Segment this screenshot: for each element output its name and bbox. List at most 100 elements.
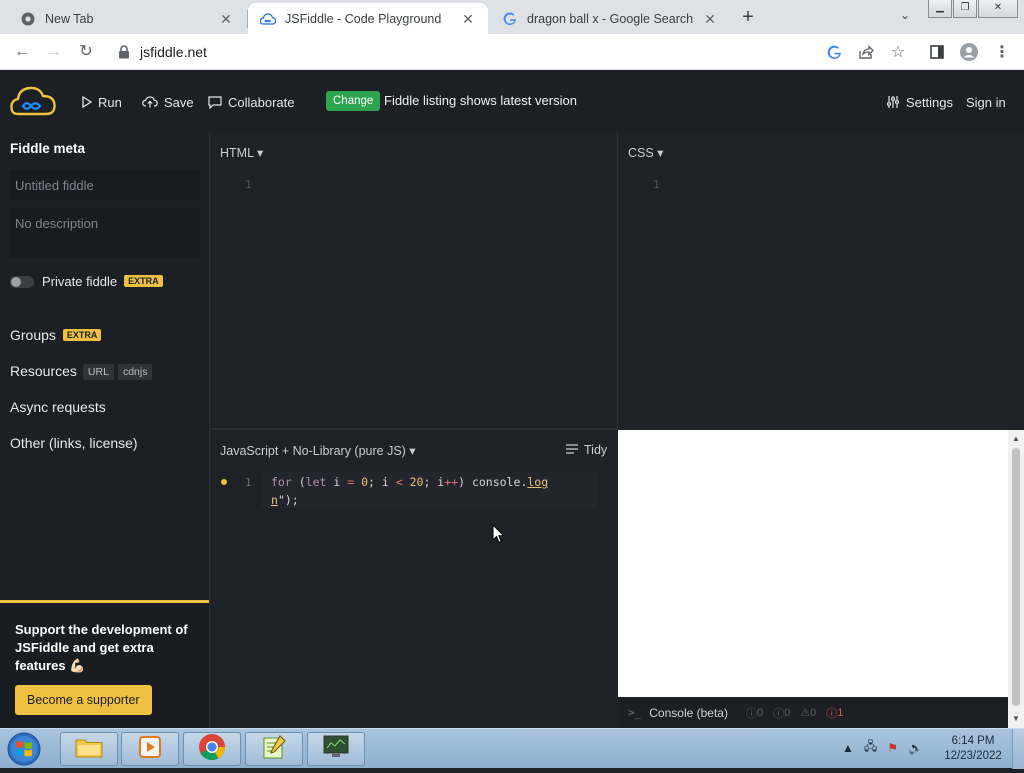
line-number: 1 [653,178,660,191]
cloud-upload-icon [142,96,158,108]
share-icon[interactable] [857,43,875,61]
close-icon[interactable]: ✕ [702,11,718,27]
warn-count: ⓘ 0 [773,705,790,721]
collaborate-label: Collaborate [228,94,295,110]
network-icon[interactable]: 🖧 [864,737,877,758]
notepad-icon [260,733,288,766]
reload-icon[interactable]: ↻ [76,42,96,62]
html-panel-label[interactable]: HTML ▾ [220,145,263,160]
code-token: ( [291,475,306,489]
toggle-knob [11,277,21,287]
start-button[interactable] [4,730,44,768]
log-count-value: 0 [756,706,764,719]
address-bar[interactable]: jsfiddle.net [108,38,918,66]
taskbar-clock[interactable]: 6:14 PM 12/23/2022 [940,734,1006,764]
jsfiddle-icon [260,11,276,27]
private-fiddle-label: Private fiddle EXTRA [42,274,163,289]
code-token: ; i [368,475,396,489]
tab-google-search[interactable]: dragon ball x - Google Search ✕ [490,3,730,34]
change-badge[interactable]: Change [326,91,381,111]
sidebar-item-resources[interactable]: Resources URL cdnjs [10,363,153,380]
tab-jsfiddle[interactable]: JSFiddle - Code Playground ✕ [248,3,488,34]
show-desktop-button[interactable] [1012,729,1024,769]
sidebar-item-groups[interactable]: Groups EXTRA [10,327,102,343]
code-token: n [271,493,278,507]
notepad-taskbar-button[interactable] [245,732,303,766]
url-tag[interactable]: URL [82,364,114,380]
warning-icon: ⚠ [800,707,811,719]
settings-button[interactable]: Settings [886,93,953,111]
resources-label: Resources [10,363,77,379]
tab-title: New Tab [45,11,94,26]
groups-label: Groups [10,327,56,343]
monitor-taskbar-button[interactable] [307,732,365,766]
code-token: ++ [444,475,459,489]
new-tab-icon[interactable]: + [737,6,759,28]
menu-kebab-icon[interactable]: ⋮ [993,43,1011,61]
tab-title: JSFiddle - Code Playground [285,11,442,26]
run-button[interactable]: Run [82,93,122,111]
line-number: 1 [245,476,252,489]
settings-label: Settings [906,94,953,110]
change-message: Fiddle listing shows latest version [384,93,577,108]
code-token: ) console. [458,475,528,489]
minimize-icon[interactable]: ▁ [928,0,952,18]
cdnjs-tag[interactable]: cdnjs [117,364,153,380]
js-code-editor[interactable]: for (let i = 0; i < 20; i++) console.log… [271,473,548,509]
code-token: ; i [423,475,445,489]
code-token: 0 [361,475,369,489]
private-fiddle-text: Private fiddle [42,274,118,289]
close-icon[interactable]: ✕ [460,11,476,27]
mouse-cursor-icon [492,523,505,549]
sign-in-link[interactable]: Sign in [966,93,1006,111]
code-token: let [305,475,327,489]
become-supporter-button[interactable]: Become a supporter [15,685,152,715]
js-panel-label[interactable]: JavaScript + No-Library (pure JS) ▾ [220,443,416,458]
chrome-taskbar-button[interactable] [183,732,241,766]
fiddle-description-input[interactable]: No description [10,208,200,258]
media-player-taskbar-button[interactable] [121,732,179,766]
google-lens-icon[interactable] [825,43,843,61]
volume-icon[interactable]: 🔈 [908,741,923,755]
console-bar[interactable]: >_ Console (beta) ⓘ 0 ⓘ 0 ⚠ 0 ⓘ 1 [618,697,1008,728]
tab-new-tab[interactable]: New Tab ✕ [8,3,246,34]
show-hidden-icons[interactable]: ▲ [842,741,854,755]
action-center-flag-icon[interactable]: ⚑ [887,741,898,755]
side-panel-icon[interactable] [928,43,946,61]
result-frame[interactable] [618,430,1008,697]
terminal-icon: >_ [628,706,642,719]
warning-count-value: 0 [810,706,817,719]
close-window-icon[interactable]: ✕ [978,0,1018,18]
extra-badge: EXTRA [124,275,163,287]
fiddle-meta-sidebar: Fiddle meta Untitled fiddle No descripti… [0,131,209,728]
forward-icon[interactable]: → [44,42,64,62]
chevron-down-icon[interactable]: ⌄ [896,8,914,26]
private-fiddle-toggle[interactable] [10,276,34,288]
result-scrollbar[interactable]: ▲ ▼ [1008,430,1024,728]
collaborate-button[interactable]: Collaborate [208,93,295,111]
fiddle-title-input[interactable]: Untitled fiddle [10,170,200,200]
css-panel[interactable]: CSS ▾ 1 [618,131,1024,430]
tidy-label: Tidy [584,443,608,457]
html-panel[interactable]: HTML ▾ 1 [210,131,617,428]
tidy-button[interactable]: Tidy [566,443,607,457]
save-button[interactable]: Save [142,93,194,111]
back-icon[interactable]: ← [12,42,32,62]
profile-avatar-icon[interactable] [960,43,978,61]
close-icon[interactable]: ✕ [218,11,234,27]
bookmark-star-icon[interactable]: ☆ [889,43,907,61]
info-icon: ⓘ [773,707,785,720]
scroll-up-icon[interactable]: ▲ [1008,432,1024,446]
google-icon [502,11,518,27]
clock-date: 12/23/2022 [944,750,1002,762]
explorer-taskbar-button[interactable] [60,732,118,766]
sidebar-item-other[interactable]: Other (links, license) [10,435,138,451]
css-panel-label[interactable]: CSS ▾ [628,145,663,160]
scrollbar-thumb[interactable] [1012,448,1020,706]
scroll-down-icon[interactable]: ▼ [1008,712,1024,726]
monitor-icon [322,734,350,765]
jsfiddle-logo[interactable] [10,85,56,117]
sidebar-item-async-requests[interactable]: Async requests [10,399,106,415]
restore-icon[interactable]: ❐ [953,0,977,18]
windows-taskbar: ▲ 🖧 ⚑ 🔈 6:14 PM 12/23/2022 [0,728,1024,769]
